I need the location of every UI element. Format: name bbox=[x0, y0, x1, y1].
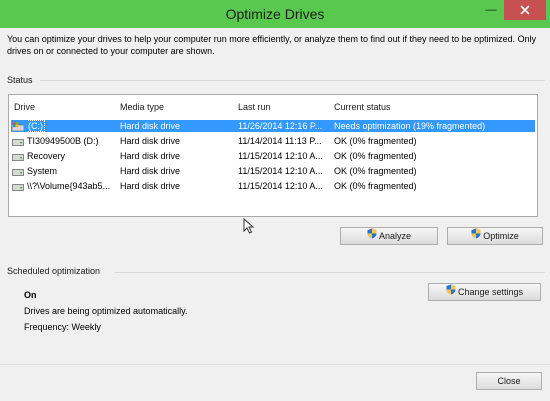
media-type: Hard disk drive bbox=[120, 121, 181, 131]
mouse-cursor-icon bbox=[243, 217, 255, 236]
title-bar[interactable]: Optimize Drives — bbox=[0, 0, 550, 28]
dialog-footer bbox=[0, 364, 550, 401]
status-section-label: Status bbox=[7, 75, 33, 85]
shield-icon bbox=[446, 284, 456, 300]
column-header-current-status[interactable]: Current status bbox=[334, 102, 391, 112]
close-window-button[interactable] bbox=[504, 0, 546, 20]
schedule-state: On bbox=[24, 290, 37, 300]
drive-name: Recovery bbox=[27, 151, 66, 161]
drive-row[interactable]: \\?\Volume{943ab5... Hard disk drive 11/… bbox=[11, 180, 535, 192]
change-settings-button[interactable]: Change settings bbox=[428, 283, 541, 301]
last-run: 11/14/2014 11:13 P... bbox=[238, 136, 322, 146]
hard-drive-icon bbox=[12, 167, 24, 179]
column-header-media-type[interactable]: Media type bbox=[120, 102, 164, 112]
media-type: Hard disk drive bbox=[120, 151, 181, 161]
hard-drive-icon bbox=[12, 152, 24, 164]
scheduled-divider bbox=[115, 272, 545, 273]
close-icon bbox=[520, 5, 530, 15]
drive-name: (C:) bbox=[27, 120, 45, 132]
current-status: OK (0% fragmented) bbox=[334, 151, 417, 161]
column-header-last-run[interactable]: Last run bbox=[238, 102, 271, 112]
scheduled-section-label: Scheduled optimization bbox=[7, 266, 101, 276]
drive-row[interactable]: TI30949500B (D:) Hard disk drive 11/14/2… bbox=[11, 135, 535, 147]
windows-drive-icon bbox=[11, 122, 25, 134]
intro-text: You can optimize your drives to help you… bbox=[7, 34, 537, 56]
current-status: Needs optimization (19% fragmented) bbox=[334, 121, 486, 131]
drive-name: \\?\Volume{943ab5... bbox=[27, 181, 111, 191]
drive-row[interactable]: System Hard disk drive 11/15/2014 12:10 … bbox=[11, 165, 535, 177]
drive-row[interactable]: (C:) Hard disk drive 11/26/2014 12:16 P.… bbox=[11, 120, 535, 132]
optimize-button[interactable]: Optimize bbox=[447, 227, 543, 245]
current-status: OK (0% fragmented) bbox=[334, 181, 417, 191]
current-status: OK (0% fragmented) bbox=[334, 166, 417, 176]
optimize-label: Optimize bbox=[483, 231, 519, 241]
status-divider bbox=[40, 80, 545, 81]
hard-drive-icon bbox=[12, 182, 24, 194]
analyze-button[interactable]: Analyze bbox=[340, 227, 438, 245]
close-button[interactable]: Close bbox=[476, 372, 542, 390]
last-run: 11/15/2014 12:10 A... bbox=[238, 166, 323, 176]
minimize-button[interactable]: — bbox=[479, 0, 503, 20]
shield-icon bbox=[471, 228, 481, 244]
analyze-label: Analyze bbox=[378, 231, 412, 241]
drive-list[interactable]: Drive Media type Last run Current status… bbox=[8, 94, 538, 217]
drive-name: TI30949500B (D:) bbox=[27, 136, 99, 146]
media-type: Hard disk drive bbox=[120, 181, 181, 191]
drive-name: System bbox=[27, 166, 58, 176]
hard-drive-icon bbox=[12, 137, 24, 149]
change-settings-label: Change settings bbox=[457, 287, 524, 297]
last-run: 11/15/2014 12:10 A... bbox=[238, 151, 323, 161]
media-type: Hard disk drive bbox=[120, 166, 181, 176]
last-run: 11/26/2014 12:16 P... bbox=[238, 121, 323, 131]
schedule-frequency: Frequency: Weekly bbox=[24, 322, 101, 332]
window-title: Optimize Drives bbox=[225, 6, 325, 22]
last-run: 11/15/2014 12:10 A... bbox=[238, 181, 323, 191]
shield-icon bbox=[367, 228, 377, 244]
schedule-description: Drives are being optimized automatically… bbox=[24, 306, 188, 316]
column-header-drive[interactable]: Drive bbox=[14, 102, 35, 112]
current-status: OK (0% fragmented) bbox=[334, 136, 417, 146]
drive-list-header: Drive Media type Last run Current status bbox=[9, 95, 537, 113]
media-type: Hard disk drive bbox=[120, 136, 181, 146]
drive-row[interactable]: Recovery Hard disk drive 11/15/2014 12:1… bbox=[11, 150, 535, 162]
